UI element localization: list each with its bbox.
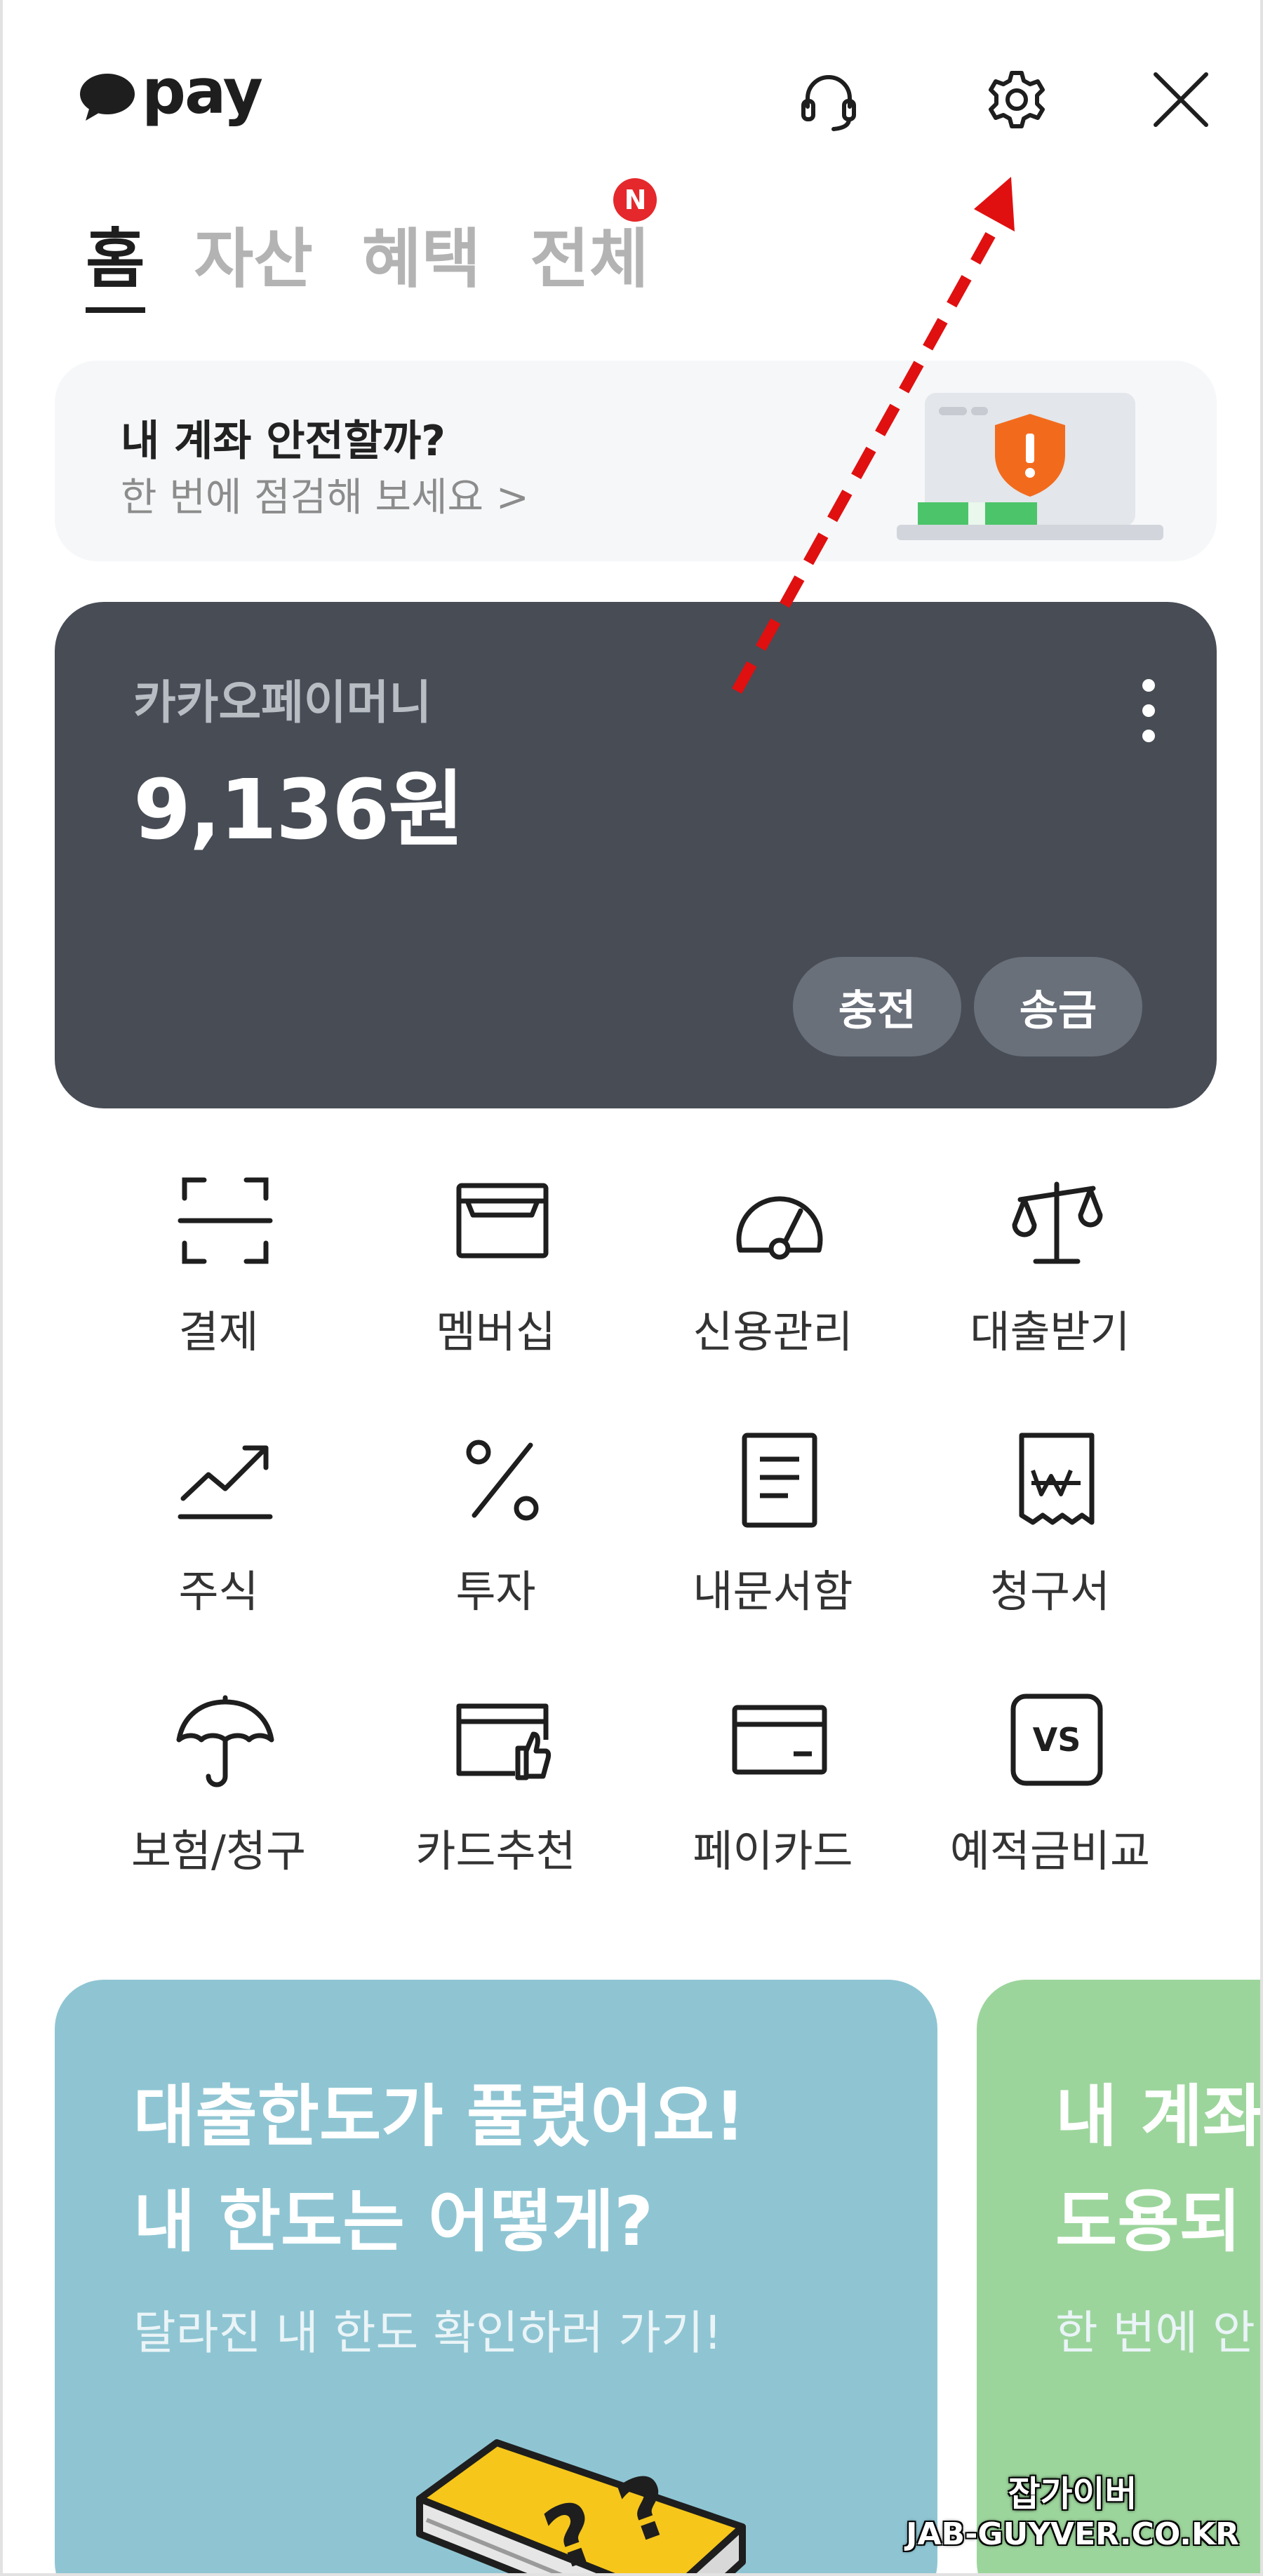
security-check-banner[interactable]: 내 계좌 안전할까? 한 번에 점검해 보세요 >	[55, 361, 1217, 561]
watermark: 잡가이버 JAB-GUYVER.CO.KR	[906, 2474, 1239, 2552]
promo-card-loan-limit[interactable]: 대출한도가 풀렸어요! 내 한도는 어떻게? 달라진 내 한도 확인하러 가기!…	[55, 1980, 937, 2573]
menu-item-insurance[interactable]: 보험/청구	[80, 1691, 357, 1922]
tab-all[interactable]: 전체 N	[530, 178, 657, 316]
menu-item-stock[interactable]: 주식	[80, 1431, 357, 1663]
tab-assets[interactable]: 자산	[194, 210, 313, 316]
vs-icon: VS	[1008, 1691, 1106, 1789]
menu-item-loan[interactable]: 대출받기	[911, 1172, 1189, 1403]
promo-subtitle: 달라진 내 한도 확인하러 가기!	[133, 2306, 723, 2360]
menu-item-card-recommend[interactable]: 카드추천	[357, 1691, 634, 1922]
svg-text:VS: VS	[1033, 1721, 1081, 1759]
menu-item-membership[interactable]: 멤버십	[357, 1172, 634, 1403]
banner-title: 내 계좌 안전할까?	[121, 417, 446, 466]
promo-subtitle-2: 한 번에 안	[1055, 2306, 1255, 2360]
promo-title: 대출한도가 풀렸어요! 내 한도는 어떻게?	[133, 2077, 746, 2261]
new-badge: N	[613, 178, 657, 222]
charge-button[interactable]: 충전	[793, 957, 961, 1056]
card-thumb-icon	[453, 1691, 552, 1789]
wallet-icon	[453, 1172, 552, 1270]
support-headset-icon[interactable]	[790, 65, 867, 135]
more-options-icon[interactable]	[1138, 679, 1159, 742]
app-screen: pay 홈 자산 혜택 전체 N 내 계좌 안전할까? 한 번에 점검해 보세요…	[0, 0, 1263, 2576]
menu-item-paycard[interactable]: 페이카드	[634, 1691, 911, 1922]
transfer-button[interactable]: 송금	[974, 957, 1142, 1056]
scan-icon	[176, 1172, 274, 1270]
settings-gear-icon[interactable]	[978, 65, 1055, 135]
promo-title-2: 내 계좌 도용되	[1055, 2077, 1263, 2261]
scale-icon	[1008, 1172, 1106, 1270]
tab-home[interactable]: 홈	[86, 210, 145, 316]
menu-item-credit[interactable]: 신용관리	[634, 1172, 911, 1403]
question-coin-icon: ? ?	[416, 2439, 746, 2573]
umbrella-icon	[176, 1691, 274, 1789]
logo-text: pay	[142, 55, 263, 128]
laptop-shield-icon	[897, 393, 1163, 540]
card-icon	[730, 1691, 829, 1789]
kakaopay-logo: pay	[79, 55, 263, 132]
menu-item-documents[interactable]: 내문서함	[634, 1431, 911, 1663]
banner-subtitle: 한 번에 점검해 보세요 >	[121, 475, 529, 521]
money-label: 카카오페이머니	[133, 676, 432, 730]
tab-benefits[interactable]: 혜택	[362, 210, 481, 316]
tab-bar: 홈 자산 혜택 전체 N	[86, 178, 657, 316]
close-icon[interactable]	[1142, 65, 1219, 135]
menu-item-payment[interactable]: 결제	[80, 1172, 357, 1403]
chart-icon	[176, 1431, 274, 1529]
money-balance: 9,136원	[133, 761, 465, 858]
menu-item-invest[interactable]: 투자	[357, 1431, 634, 1663]
percent-icon	[453, 1431, 552, 1529]
kakaopay-money-card[interactable]: 카카오페이머니 9,136원 충전 송금	[55, 602, 1217, 1108]
menu-item-bills[interactable]: 청구서	[911, 1431, 1189, 1663]
speech-bubble-icon	[80, 74, 135, 121]
bill-icon	[1008, 1431, 1106, 1529]
menu-item-deposit-compare[interactable]: VS 예적금비교	[911, 1691, 1189, 1922]
document-icon	[730, 1431, 829, 1529]
gauge-icon	[730, 1172, 829, 1270]
